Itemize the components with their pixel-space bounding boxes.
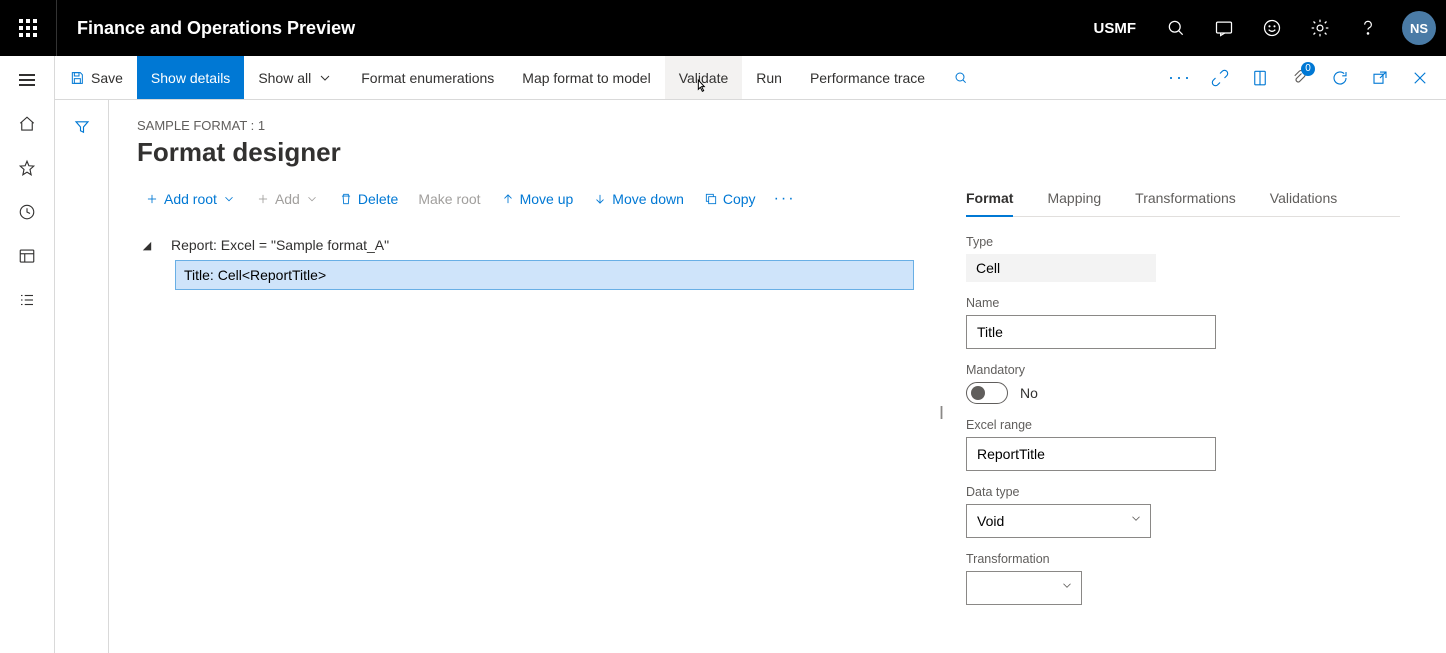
name-label: Name xyxy=(966,296,1400,310)
make-root-button: Make root xyxy=(410,187,488,211)
action-search-button[interactable] xyxy=(939,56,983,99)
chevron-down-icon xyxy=(305,192,319,206)
attachments-icon[interactable]: 0 xyxy=(1282,56,1318,100)
tab-validations[interactable]: Validations xyxy=(1270,186,1337,216)
tree-child-row[interactable]: Title: Cell<ReportTitle> xyxy=(175,260,914,290)
detail-tabs: Format Mapping Transformations Validatio… xyxy=(966,186,1400,217)
splitter-handle[interactable]: || xyxy=(934,186,946,635)
favorites-icon[interactable] xyxy=(17,158,37,178)
performance-trace-button[interactable]: Performance trace xyxy=(796,56,939,99)
show-all-label: Show all xyxy=(258,70,311,86)
filter-rail xyxy=(55,100,109,653)
delete-button[interactable]: Delete xyxy=(331,187,406,211)
link-icon[interactable] xyxy=(1202,56,1238,100)
show-details-label: Show details xyxy=(151,70,230,86)
tree-root-label: Report: Excel = "Sample format_A" xyxy=(171,237,389,253)
messages-icon[interactable] xyxy=(1200,0,1248,56)
collapse-caret-icon[interactable]: ◢ xyxy=(137,239,157,252)
transformation-label: Transformation xyxy=(966,552,1400,566)
tab-transformations[interactable]: Transformations xyxy=(1135,186,1236,216)
workspaces-icon[interactable] xyxy=(17,246,37,266)
show-all-button[interactable]: Show all xyxy=(244,56,347,99)
tree-root-row[interactable]: ◢ Report: Excel = "Sample format_A" xyxy=(137,230,914,260)
help-icon[interactable] xyxy=(1344,0,1392,56)
action-bar: Save Show details Show all Format enumer… xyxy=(55,56,1446,100)
type-label: Type xyxy=(966,235,1400,249)
gear-icon[interactable] xyxy=(1296,0,1344,56)
mandatory-label: Mandatory xyxy=(966,363,1400,377)
refresh-icon[interactable] xyxy=(1322,56,1358,100)
app-title: Finance and Operations Preview xyxy=(56,0,355,56)
recent-icon[interactable] xyxy=(17,202,37,222)
filter-icon[interactable] xyxy=(73,118,91,136)
app-launcher[interactable] xyxy=(0,0,56,56)
tree-toolbar: Add root Add Delete xyxy=(137,186,914,212)
transformation-select[interactable] xyxy=(966,571,1082,605)
tree-more-icon[interactable]: ··· xyxy=(768,186,802,212)
map-format-to-model-button[interactable]: Map format to model xyxy=(508,56,664,99)
save-button[interactable]: Save xyxy=(55,56,137,99)
excel-range-input[interactable] xyxy=(966,437,1216,471)
chevron-down-icon xyxy=(222,192,236,206)
modules-icon[interactable] xyxy=(17,290,37,310)
tree-child-label: Title: Cell<ReportTitle> xyxy=(176,267,334,283)
chevron-down-icon xyxy=(317,70,333,86)
mandatory-value: No xyxy=(1020,385,1038,401)
breadcrumb: SAMPLE FORMAT : 1 xyxy=(137,118,1426,133)
hamburger-icon[interactable] xyxy=(17,70,37,90)
move-up-button[interactable]: Move up xyxy=(493,187,582,211)
data-type-select[interactable] xyxy=(966,504,1151,538)
copy-button[interactable]: Copy xyxy=(696,187,764,211)
tab-format[interactable]: Format xyxy=(966,186,1013,216)
run-button[interactable]: Run xyxy=(742,56,796,99)
smile-icon[interactable] xyxy=(1248,0,1296,56)
tab-mapping[interactable]: Mapping xyxy=(1047,186,1101,216)
home-icon[interactable] xyxy=(17,114,37,134)
show-details-button[interactable]: Show details xyxy=(137,56,244,99)
move-down-button[interactable]: Move down xyxy=(585,187,692,211)
data-type-label: Data type xyxy=(966,485,1400,499)
waffle-icon xyxy=(19,19,37,37)
office-icon[interactable] xyxy=(1242,56,1278,100)
user-avatar[interactable]: NS xyxy=(1402,11,1436,45)
validate-button[interactable]: Validate xyxy=(665,56,743,99)
save-label: Save xyxy=(91,70,123,86)
close-icon[interactable] xyxy=(1402,56,1438,100)
mandatory-toggle[interactable] xyxy=(966,382,1008,404)
format-enumerations-button[interactable]: Format enumerations xyxy=(347,56,508,99)
overflow-icon[interactable]: ··· xyxy=(1162,56,1198,100)
add-button: Add xyxy=(248,187,327,211)
add-root-button[interactable]: Add root xyxy=(137,187,244,211)
excel-range-label: Excel range xyxy=(966,418,1400,432)
name-input[interactable] xyxy=(966,315,1216,349)
nav-rail xyxy=(0,56,55,653)
attachment-badge: 0 xyxy=(1301,62,1315,76)
legal-entity[interactable]: USMF xyxy=(1078,20,1153,37)
type-value: Cell xyxy=(966,254,1156,282)
popout-icon[interactable] xyxy=(1362,56,1398,100)
page-title: Format designer xyxy=(137,137,1426,168)
search-icon[interactable] xyxy=(1152,0,1200,56)
